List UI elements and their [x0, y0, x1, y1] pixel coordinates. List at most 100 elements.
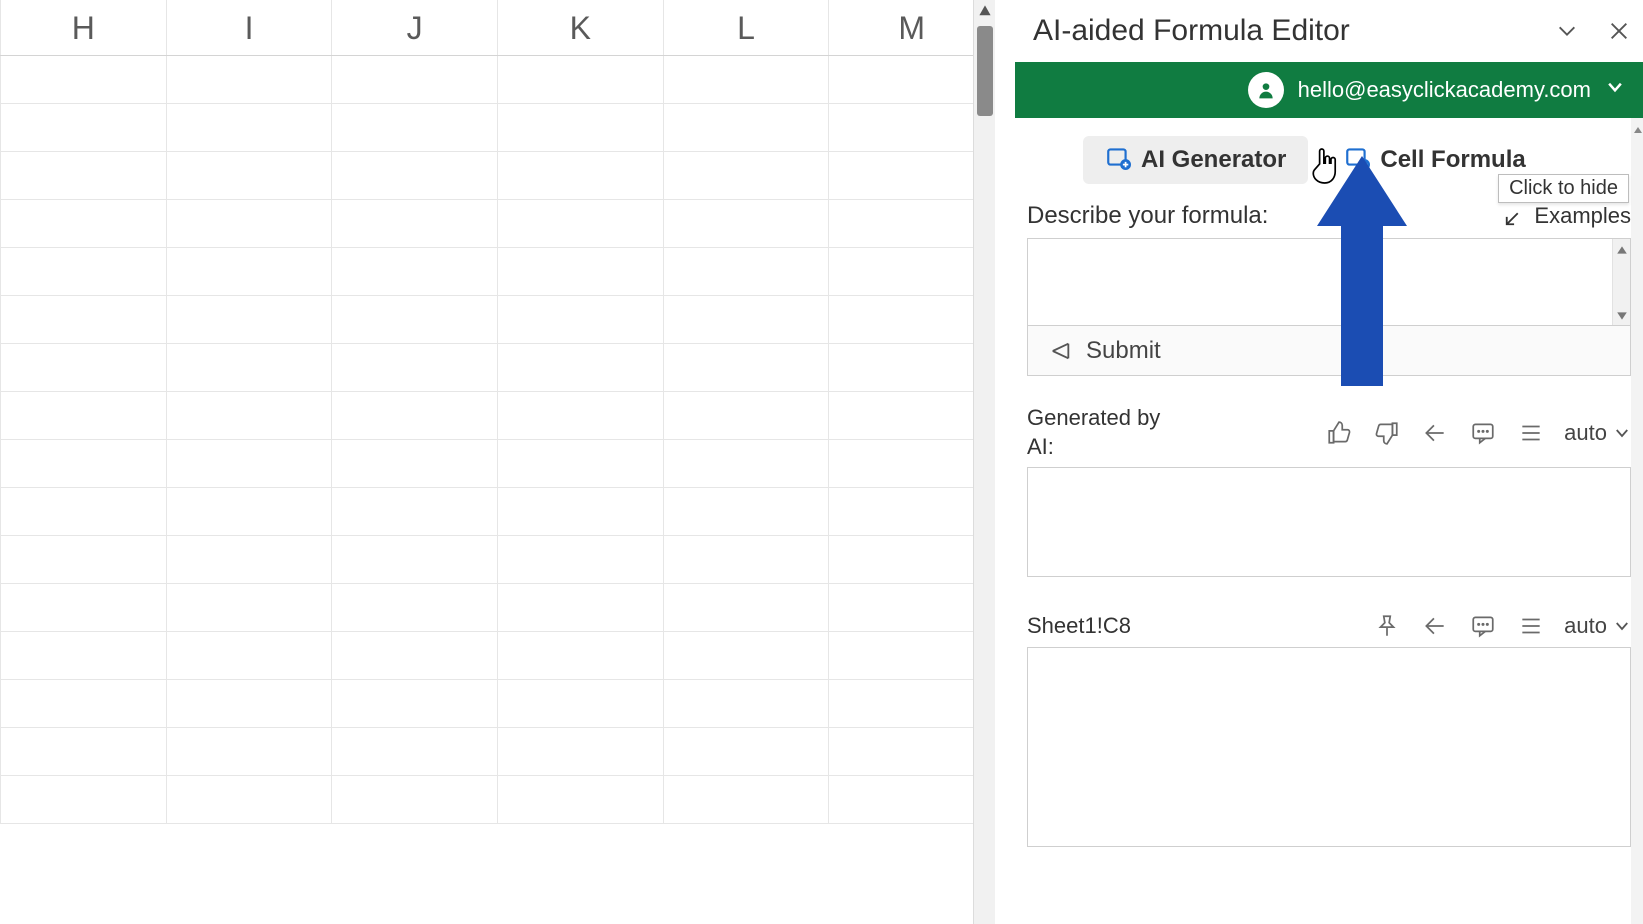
grid-cell[interactable]	[664, 200, 830, 247]
grid-cell[interactable]	[0, 440, 167, 487]
grid-cell[interactable]	[332, 392, 498, 439]
column-header[interactable]: M	[829, 0, 995, 55]
comment-button-2[interactable]	[1468, 611, 1498, 641]
grid-cell[interactable]	[498, 248, 664, 295]
grid-cell[interactable]	[664, 56, 830, 103]
grid-cell[interactable]	[498, 728, 664, 775]
grid-cell[interactable]	[0, 104, 167, 151]
grid-cell[interactable]	[829, 440, 995, 487]
grid-cell[interactable]	[829, 344, 995, 391]
grid-cell[interactable]	[498, 56, 664, 103]
panel-close-button[interactable]	[1605, 17, 1633, 45]
grid-cell[interactable]	[332, 248, 498, 295]
grid-cell[interactable]	[167, 440, 333, 487]
grid-cell[interactable]	[0, 248, 167, 295]
generated-auto-dropdown[interactable]: auto	[1564, 420, 1631, 446]
grid-cell[interactable]	[664, 632, 830, 679]
grid-cell[interactable]	[0, 56, 167, 103]
column-header[interactable]: H	[0, 0, 167, 55]
grid-cell[interactable]	[167, 632, 333, 679]
grid-cell[interactable]	[167, 152, 333, 199]
thumbs-down-button[interactable]	[1372, 418, 1402, 448]
grid-cell[interactable]	[664, 728, 830, 775]
grid-cell[interactable]	[664, 536, 830, 583]
grid-cell[interactable]	[167, 248, 333, 295]
grid-cell[interactable]	[167, 728, 333, 775]
grid-cell[interactable]	[664, 248, 830, 295]
grid-cell[interactable]	[664, 104, 830, 151]
grid-cell[interactable]	[664, 488, 830, 535]
grid-cell[interactable]	[498, 440, 664, 487]
grid-cell[interactable]	[829, 56, 995, 103]
grid-cell[interactable]	[829, 680, 995, 727]
account-chevron-down-icon[interactable]	[1605, 77, 1625, 103]
grid-cell[interactable]	[0, 296, 167, 343]
tab-ai-generator[interactable]: AI Generator	[1083, 136, 1308, 184]
grid-cell[interactable]	[498, 536, 664, 583]
grid-cell[interactable]	[332, 536, 498, 583]
sheet-auto-dropdown[interactable]: auto	[1564, 613, 1631, 639]
grid-cell[interactable]	[167, 200, 333, 247]
grid-cell[interactable]	[829, 584, 995, 631]
grid-cell[interactable]	[0, 200, 167, 247]
grid-cell[interactable]	[167, 488, 333, 535]
grid-cell[interactable]	[498, 488, 664, 535]
grid-cell[interactable]	[167, 536, 333, 583]
grid-cell[interactable]	[0, 776, 167, 823]
grid-cell[interactable]	[167, 392, 333, 439]
grid-cell[interactable]	[167, 584, 333, 631]
pin-button[interactable]	[1372, 611, 1402, 641]
spreadsheet-grid[interactable]: HIJKLM	[0, 0, 995, 924]
grid-cell[interactable]	[167, 776, 333, 823]
scrollbar-thumb[interactable]	[977, 26, 993, 116]
account-bar[interactable]: hello@easyclickacademy.com	[1015, 62, 1643, 118]
grid-cell[interactable]	[0, 632, 167, 679]
thumbs-up-button[interactable]	[1324, 418, 1354, 448]
comment-button[interactable]	[1468, 418, 1498, 448]
grid-cell[interactable]	[332, 296, 498, 343]
textarea-scroll-up-icon[interactable]	[1616, 243, 1628, 255]
grid-cell[interactable]	[0, 392, 167, 439]
grid-cell[interactable]	[664, 344, 830, 391]
back-arrow-button[interactable]	[1420, 418, 1450, 448]
grid-cell[interactable]	[664, 776, 830, 823]
grid-cell[interactable]	[829, 776, 995, 823]
grid-cell[interactable]	[829, 248, 995, 295]
column-header[interactable]: J	[332, 0, 498, 55]
grid-cell[interactable]	[829, 296, 995, 343]
grid-cell[interactable]	[0, 536, 167, 583]
list-lines-button-2[interactable]	[1516, 611, 1546, 641]
grid-cell[interactable]	[332, 200, 498, 247]
grid-cell[interactable]	[829, 392, 995, 439]
grid-cell[interactable]	[498, 680, 664, 727]
grid-cell[interactable]	[332, 344, 498, 391]
grid-cell[interactable]	[498, 104, 664, 151]
textarea-scroll-down-icon[interactable]	[1616, 309, 1628, 321]
grid-cell[interactable]	[0, 152, 167, 199]
grid-cell[interactable]	[498, 776, 664, 823]
grid-cell[interactable]	[332, 680, 498, 727]
grid-cell[interactable]	[332, 584, 498, 631]
grid-cell[interactable]	[498, 344, 664, 391]
grid-cell[interactable]	[498, 200, 664, 247]
generated-output-box[interactable]	[1027, 467, 1631, 577]
grid-cell[interactable]	[332, 632, 498, 679]
grid-cell[interactable]	[167, 56, 333, 103]
grid-cell[interactable]	[829, 728, 995, 775]
grid-cell[interactable]	[664, 680, 830, 727]
grid-cell[interactable]	[332, 488, 498, 535]
list-lines-button[interactable]	[1516, 418, 1546, 448]
column-header[interactable]: L	[664, 0, 830, 55]
grid-cell[interactable]	[829, 152, 995, 199]
grid-cell[interactable]	[167, 344, 333, 391]
grid-cell[interactable]	[829, 104, 995, 151]
grid-cell[interactable]	[332, 728, 498, 775]
panel-collapse-button[interactable]	[1553, 17, 1581, 45]
panel-body-scrollbar[interactable]	[1631, 118, 1643, 924]
grid-cell[interactable]	[0, 344, 167, 391]
grid-cell[interactable]	[664, 584, 830, 631]
grid-cell[interactable]	[498, 152, 664, 199]
grid-cell[interactable]	[0, 584, 167, 631]
textarea-scrollbar[interactable]	[1612, 239, 1630, 325]
grid-cell[interactable]	[498, 296, 664, 343]
